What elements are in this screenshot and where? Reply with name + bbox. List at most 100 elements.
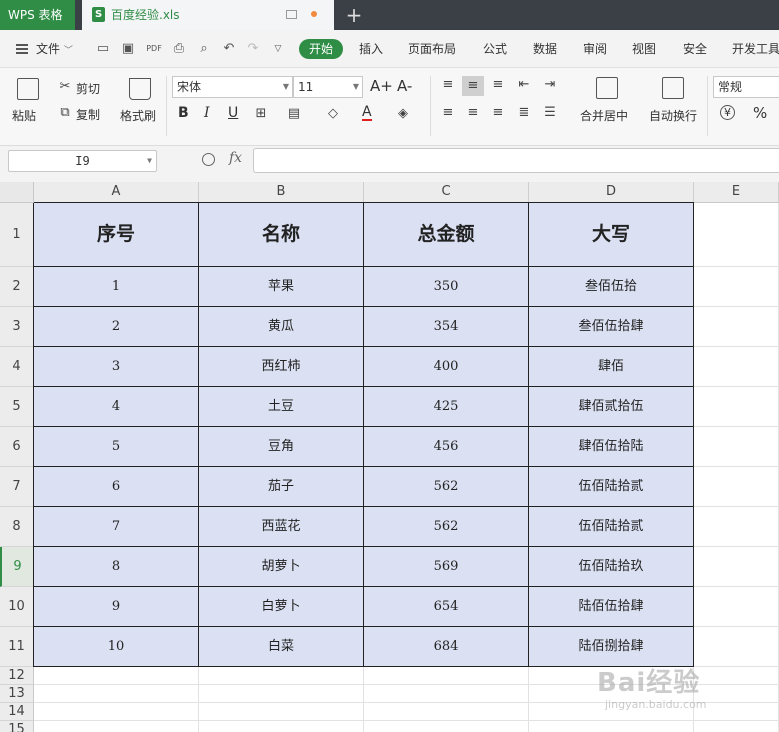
tab-formulas[interactable]: 公式 <box>483 30 507 68</box>
empty-cell[interactable] <box>694 203 779 267</box>
table-cell[interactable]: 茄子 <box>199 467 364 507</box>
table-cell[interactable]: 9 <box>34 587 199 627</box>
empty-cell[interactable] <box>694 387 779 427</box>
paste-icon[interactable] <box>17 78 39 100</box>
empty-cell[interactable] <box>199 703 364 721</box>
align-bottom-icon[interactable]: ≡ <box>491 78 505 92</box>
row-header-11[interactable]: 11 <box>0 627 34 667</box>
borders-icon[interactable]: ⊞ <box>254 107 268 121</box>
name-box[interactable]: I9 ▼ <box>8 150 157 172</box>
row-header-5[interactable]: 5 <box>0 387 34 427</box>
table-cell[interactable]: 8 <box>34 547 199 587</box>
column-header-c[interactable]: C <box>364 182 529 203</box>
undo-icon[interactable]: ↶ <box>221 41 237 57</box>
row-header-12[interactable]: 12 <box>0 667 34 685</box>
tab-home[interactable]: 开始 <box>299 39 343 59</box>
empty-cell[interactable] <box>694 507 779 547</box>
row-header-6[interactable]: 6 <box>0 427 34 467</box>
column-header-a[interactable]: A <box>34 182 199 203</box>
grow-font-button[interactable]: A+ <box>370 77 393 95</box>
wrap-text-button[interactable]: 自动换行 <box>649 107 697 124</box>
empty-cell[interactable] <box>694 267 779 307</box>
table-cell[interactable]: 白菜 <box>199 627 364 667</box>
column-header-d[interactable]: D <box>529 182 694 203</box>
column-header-e[interactable]: E <box>694 182 779 203</box>
empty-cell[interactable] <box>529 721 694 732</box>
table-cell[interactable]: 伍佰陆拾贰 <box>529 467 694 507</box>
table-cell[interactable]: 肆佰伍拾陆 <box>529 427 694 467</box>
empty-cell[interactable] <box>694 427 779 467</box>
table-cell[interactable]: 白萝卜 <box>199 587 364 627</box>
table-cell[interactable]: 1 <box>34 267 199 307</box>
align-left-icon[interactable]: ≡ <box>441 106 455 120</box>
table-cell[interactable]: 胡萝卜 <box>199 547 364 587</box>
redo-icon[interactable]: ↷ <box>245 41 261 57</box>
restore-window-icon[interactable] <box>286 10 297 19</box>
table-cell[interactable]: 562 <box>364 467 529 507</box>
row-header-2[interactable]: 2 <box>0 267 34 307</box>
row-header-1[interactable]: 1 <box>0 203 34 267</box>
format-painter-button[interactable]: 格式刷 <box>120 107 156 124</box>
table-cell[interactable]: 陆佰伍拾肆 <box>529 587 694 627</box>
row-header-10[interactable]: 10 <box>0 587 34 627</box>
file-menu-button[interactable]: 文件 ﹀ <box>36 30 73 68</box>
table-cell[interactable]: 456 <box>364 427 529 467</box>
empty-cell[interactable] <box>694 587 779 627</box>
table-cell[interactable]: 4 <box>34 387 199 427</box>
app-tab[interactable]: WPS 表格 <box>0 0 75 30</box>
table-header-cell[interactable]: 序号 <box>34 203 199 267</box>
tab-security[interactable]: 安全 <box>683 30 707 68</box>
font-size-select[interactable]: 11 ▼ <box>293 76 363 98</box>
tab-view[interactable]: 视图 <box>632 30 656 68</box>
italic-button[interactable]: I <box>204 105 210 121</box>
currency-button[interactable]: ¥ <box>720 105 735 120</box>
empty-cell[interactable] <box>199 685 364 703</box>
empty-cell[interactable] <box>34 721 199 732</box>
save-icon[interactable]: ▣ <box>120 41 136 57</box>
increase-indent-icon[interactable]: ⇥ <box>543 78 557 92</box>
table-cell[interactable]: 豆角 <box>199 427 364 467</box>
export-pdf-icon[interactable]: PDF <box>146 41 162 57</box>
tab-data[interactable]: 数据 <box>533 30 557 68</box>
empty-cell[interactable] <box>199 721 364 732</box>
table-cell[interactable]: 400 <box>364 347 529 387</box>
cut-button[interactable]: 剪切 <box>76 80 100 97</box>
distribute-icon[interactable]: ☰ <box>543 106 557 120</box>
insert-function-button[interactable]: fx <box>229 150 242 166</box>
empty-cell[interactable] <box>199 667 364 685</box>
empty-cell[interactable] <box>34 685 199 703</box>
hamburger-menu-icon[interactable] <box>16 44 28 54</box>
table-cell[interactable]: 黄瓜 <box>199 307 364 347</box>
justify-icon[interactable]: ≣ <box>517 106 531 120</box>
row-header-3[interactable]: 3 <box>0 307 34 347</box>
table-cell[interactable]: 3 <box>34 347 199 387</box>
font-name-select[interactable]: 宋体 ▼ <box>172 76 293 98</box>
row-header-13[interactable]: 13 <box>0 685 34 703</box>
number-format-select[interactable]: 常规 <box>713 76 779 98</box>
eraser-icon[interactable]: ◈ <box>396 107 410 121</box>
table-header-cell[interactable]: 大写 <box>529 203 694 267</box>
empty-cell[interactable] <box>34 703 199 721</box>
table-cell[interactable]: 10 <box>34 627 199 667</box>
table-cell[interactable]: 肆佰贰拾伍 <box>529 387 694 427</box>
tab-page-layout[interactable]: 页面布局 <box>408 30 456 68</box>
empty-cell[interactable] <box>364 703 529 721</box>
print-icon[interactable]: ⎙ <box>171 41 187 57</box>
copy-button[interactable]: 复制 <box>76 106 100 123</box>
table-cell[interactable]: 2 <box>34 307 199 347</box>
row-header-4[interactable]: 4 <box>0 347 34 387</box>
table-header-cell[interactable]: 名称 <box>199 203 364 267</box>
empty-cell[interactable] <box>694 347 779 387</box>
table-cell[interactable]: 叁佰伍拾 <box>529 267 694 307</box>
table-cell[interactable]: 425 <box>364 387 529 427</box>
table-cell[interactable]: 陆佰捌拾肆 <box>529 627 694 667</box>
table-cell[interactable]: 苹果 <box>199 267 364 307</box>
open-folder-icon[interactable]: ▭ <box>95 41 111 57</box>
table-cell[interactable]: 654 <box>364 587 529 627</box>
formula-input[interactable] <box>253 148 779 173</box>
empty-cell[interactable] <box>694 721 779 732</box>
customize-toolbar-icon[interactable]: ▽ <box>270 41 286 57</box>
table-cell[interactable]: 562 <box>364 507 529 547</box>
font-color-button[interactable]: A <box>362 105 372 121</box>
table-cell[interactable]: 350 <box>364 267 529 307</box>
